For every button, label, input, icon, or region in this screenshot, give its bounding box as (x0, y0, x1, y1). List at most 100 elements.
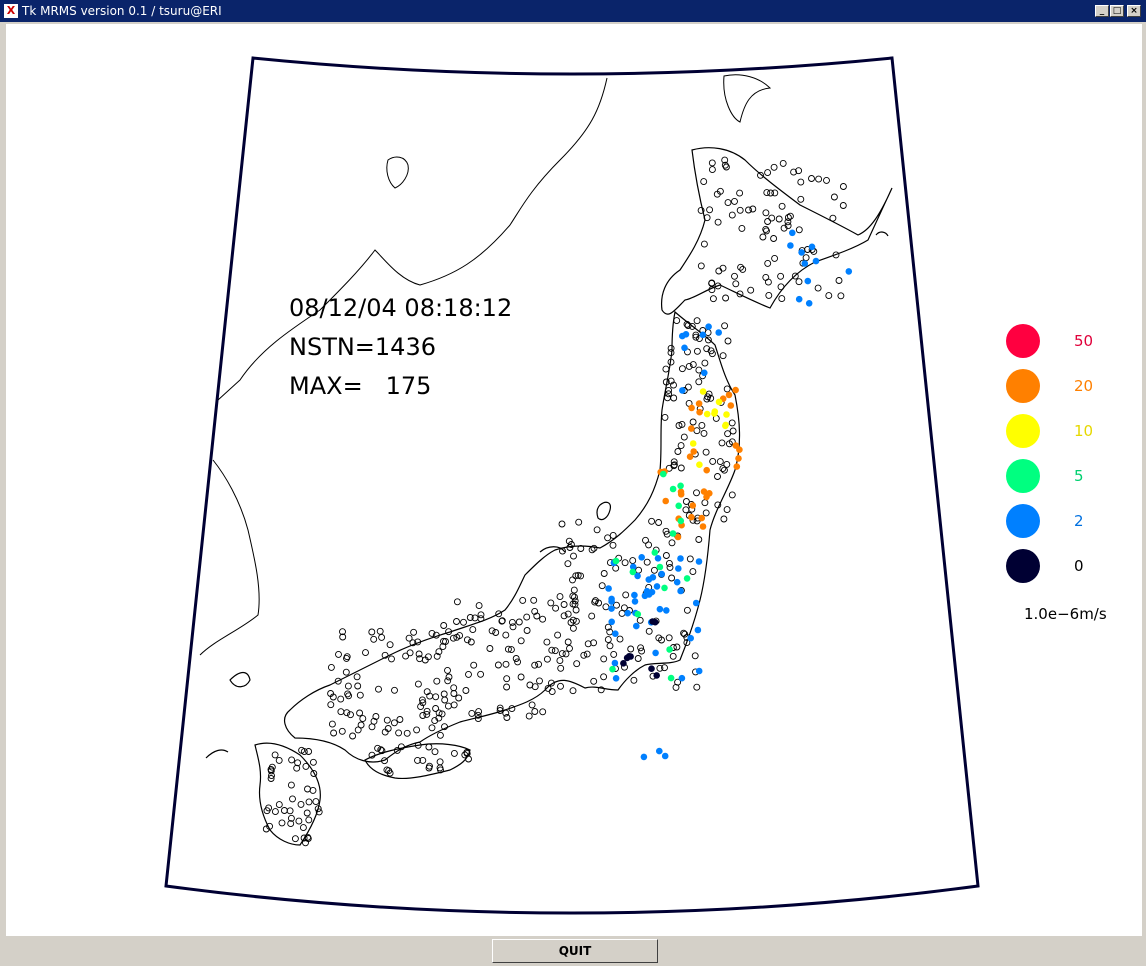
station-marker (655, 519, 663, 526)
station-marker (795, 278, 803, 286)
station-marker-colored (608, 618, 615, 626)
station-marker-colored (608, 605, 615, 612)
station-marker (830, 193, 838, 201)
window-title: Tk MRMS version 0.1 / tsuru@ERI (22, 4, 222, 18)
station-marker-colored (669, 530, 677, 537)
station-marker (410, 628, 418, 636)
station-marker (839, 183, 847, 190)
station-marker (356, 709, 364, 717)
station-marker (492, 629, 500, 636)
station-marker (450, 749, 458, 757)
station-marker-colored (804, 277, 812, 285)
station-marker (453, 598, 461, 606)
station-marker (670, 394, 678, 402)
station-marker (680, 433, 688, 441)
station-marker-colored (695, 558, 703, 565)
datetime-label: 08/12/04 08:18:12 (289, 294, 512, 322)
legend-label-20: 20 (1074, 377, 1093, 395)
station-marker (477, 670, 485, 678)
station-marker (566, 644, 573, 652)
window-titlebar[interactable]: X Tk MRMS version 0.1 / tsuru@ERI _ □ × (0, 0, 1146, 22)
minimize-icon[interactable]: _ (1095, 5, 1109, 17)
quit-button[interactable]: QUIT (492, 939, 658, 963)
station-marker (468, 709, 476, 717)
station-marker-colored (651, 549, 659, 556)
station-marker (503, 714, 511, 721)
station-marker (677, 464, 685, 472)
station-marker (825, 292, 833, 300)
legend: 502010520 (1006, 324, 1093, 583)
station-marker (606, 642, 614, 650)
station-marker (779, 159, 787, 167)
station-marker (600, 570, 608, 577)
station-marker-colored (620, 660, 627, 667)
station-marker (445, 673, 453, 681)
station-marker (531, 661, 539, 669)
station-marker (724, 430, 732, 438)
station-marker-colored (845, 268, 853, 275)
station-marker (530, 596, 538, 604)
station-marker (629, 557, 637, 565)
maximize-icon[interactable]: □ (1110, 5, 1124, 17)
station-marker (560, 601, 568, 608)
station-marker (590, 544, 598, 552)
station-marker (693, 317, 701, 325)
station-marker (693, 347, 701, 355)
station-marker-colored (705, 323, 712, 331)
station-marker-colored (787, 242, 794, 249)
station-marker (583, 650, 591, 658)
station-marker (588, 546, 596, 554)
station-marker (622, 591, 630, 599)
station-marker (720, 466, 728, 474)
station-marker (370, 635, 378, 643)
station-marker (668, 539, 676, 547)
station-marker (609, 531, 617, 539)
station-marker (494, 661, 502, 669)
station-marker (749, 205, 757, 213)
station-marker-colored (696, 408, 703, 416)
station-marker (297, 800, 305, 808)
station-marker (470, 661, 478, 669)
station-marker (305, 816, 313, 824)
station-marker-colored (656, 563, 664, 571)
station-marker (353, 673, 361, 681)
station-marker (414, 680, 422, 688)
legend-swatch-2 (1006, 504, 1040, 538)
station-marker-colored (733, 463, 741, 470)
station-marker (722, 294, 730, 302)
station-marker (736, 206, 744, 214)
station-marker (525, 712, 533, 720)
station-marker (724, 199, 732, 207)
station-marker-colored (735, 455, 742, 462)
station-marker (359, 715, 367, 723)
station-marker (514, 658, 522, 666)
station-marker (345, 692, 353, 700)
station-marker (335, 650, 342, 658)
station-marker (460, 618, 467, 626)
station-marker (519, 596, 527, 604)
map-frame (164, 56, 980, 915)
station-marker-colored (675, 565, 682, 572)
station-marker (669, 652, 677, 660)
station-marker (432, 705, 440, 712)
station-marker-colored (689, 440, 697, 447)
x-icon[interactable]: X (4, 4, 18, 18)
station-marker (512, 655, 520, 662)
station-marker-colored (605, 585, 612, 592)
station-marker (428, 724, 436, 732)
station-marker-colored (699, 388, 707, 395)
station-marker (723, 385, 731, 393)
station-marker (708, 159, 716, 167)
nstn-label: NSTN=1436 (289, 333, 436, 361)
close-icon[interactable]: × (1127, 5, 1141, 17)
station-marker (349, 732, 357, 740)
station-marker (609, 541, 617, 549)
station-marker (700, 178, 708, 186)
station-marker (616, 635, 624, 643)
station-marker (620, 604, 628, 612)
station-marker (337, 695, 345, 703)
station-marker-colored (686, 453, 694, 461)
station-marker (683, 606, 691, 614)
station-marker (299, 824, 307, 832)
map-svg: 08/12/04 08:18:12 NSTN=1436 MAX= 175 502… (164, 56, 1107, 915)
